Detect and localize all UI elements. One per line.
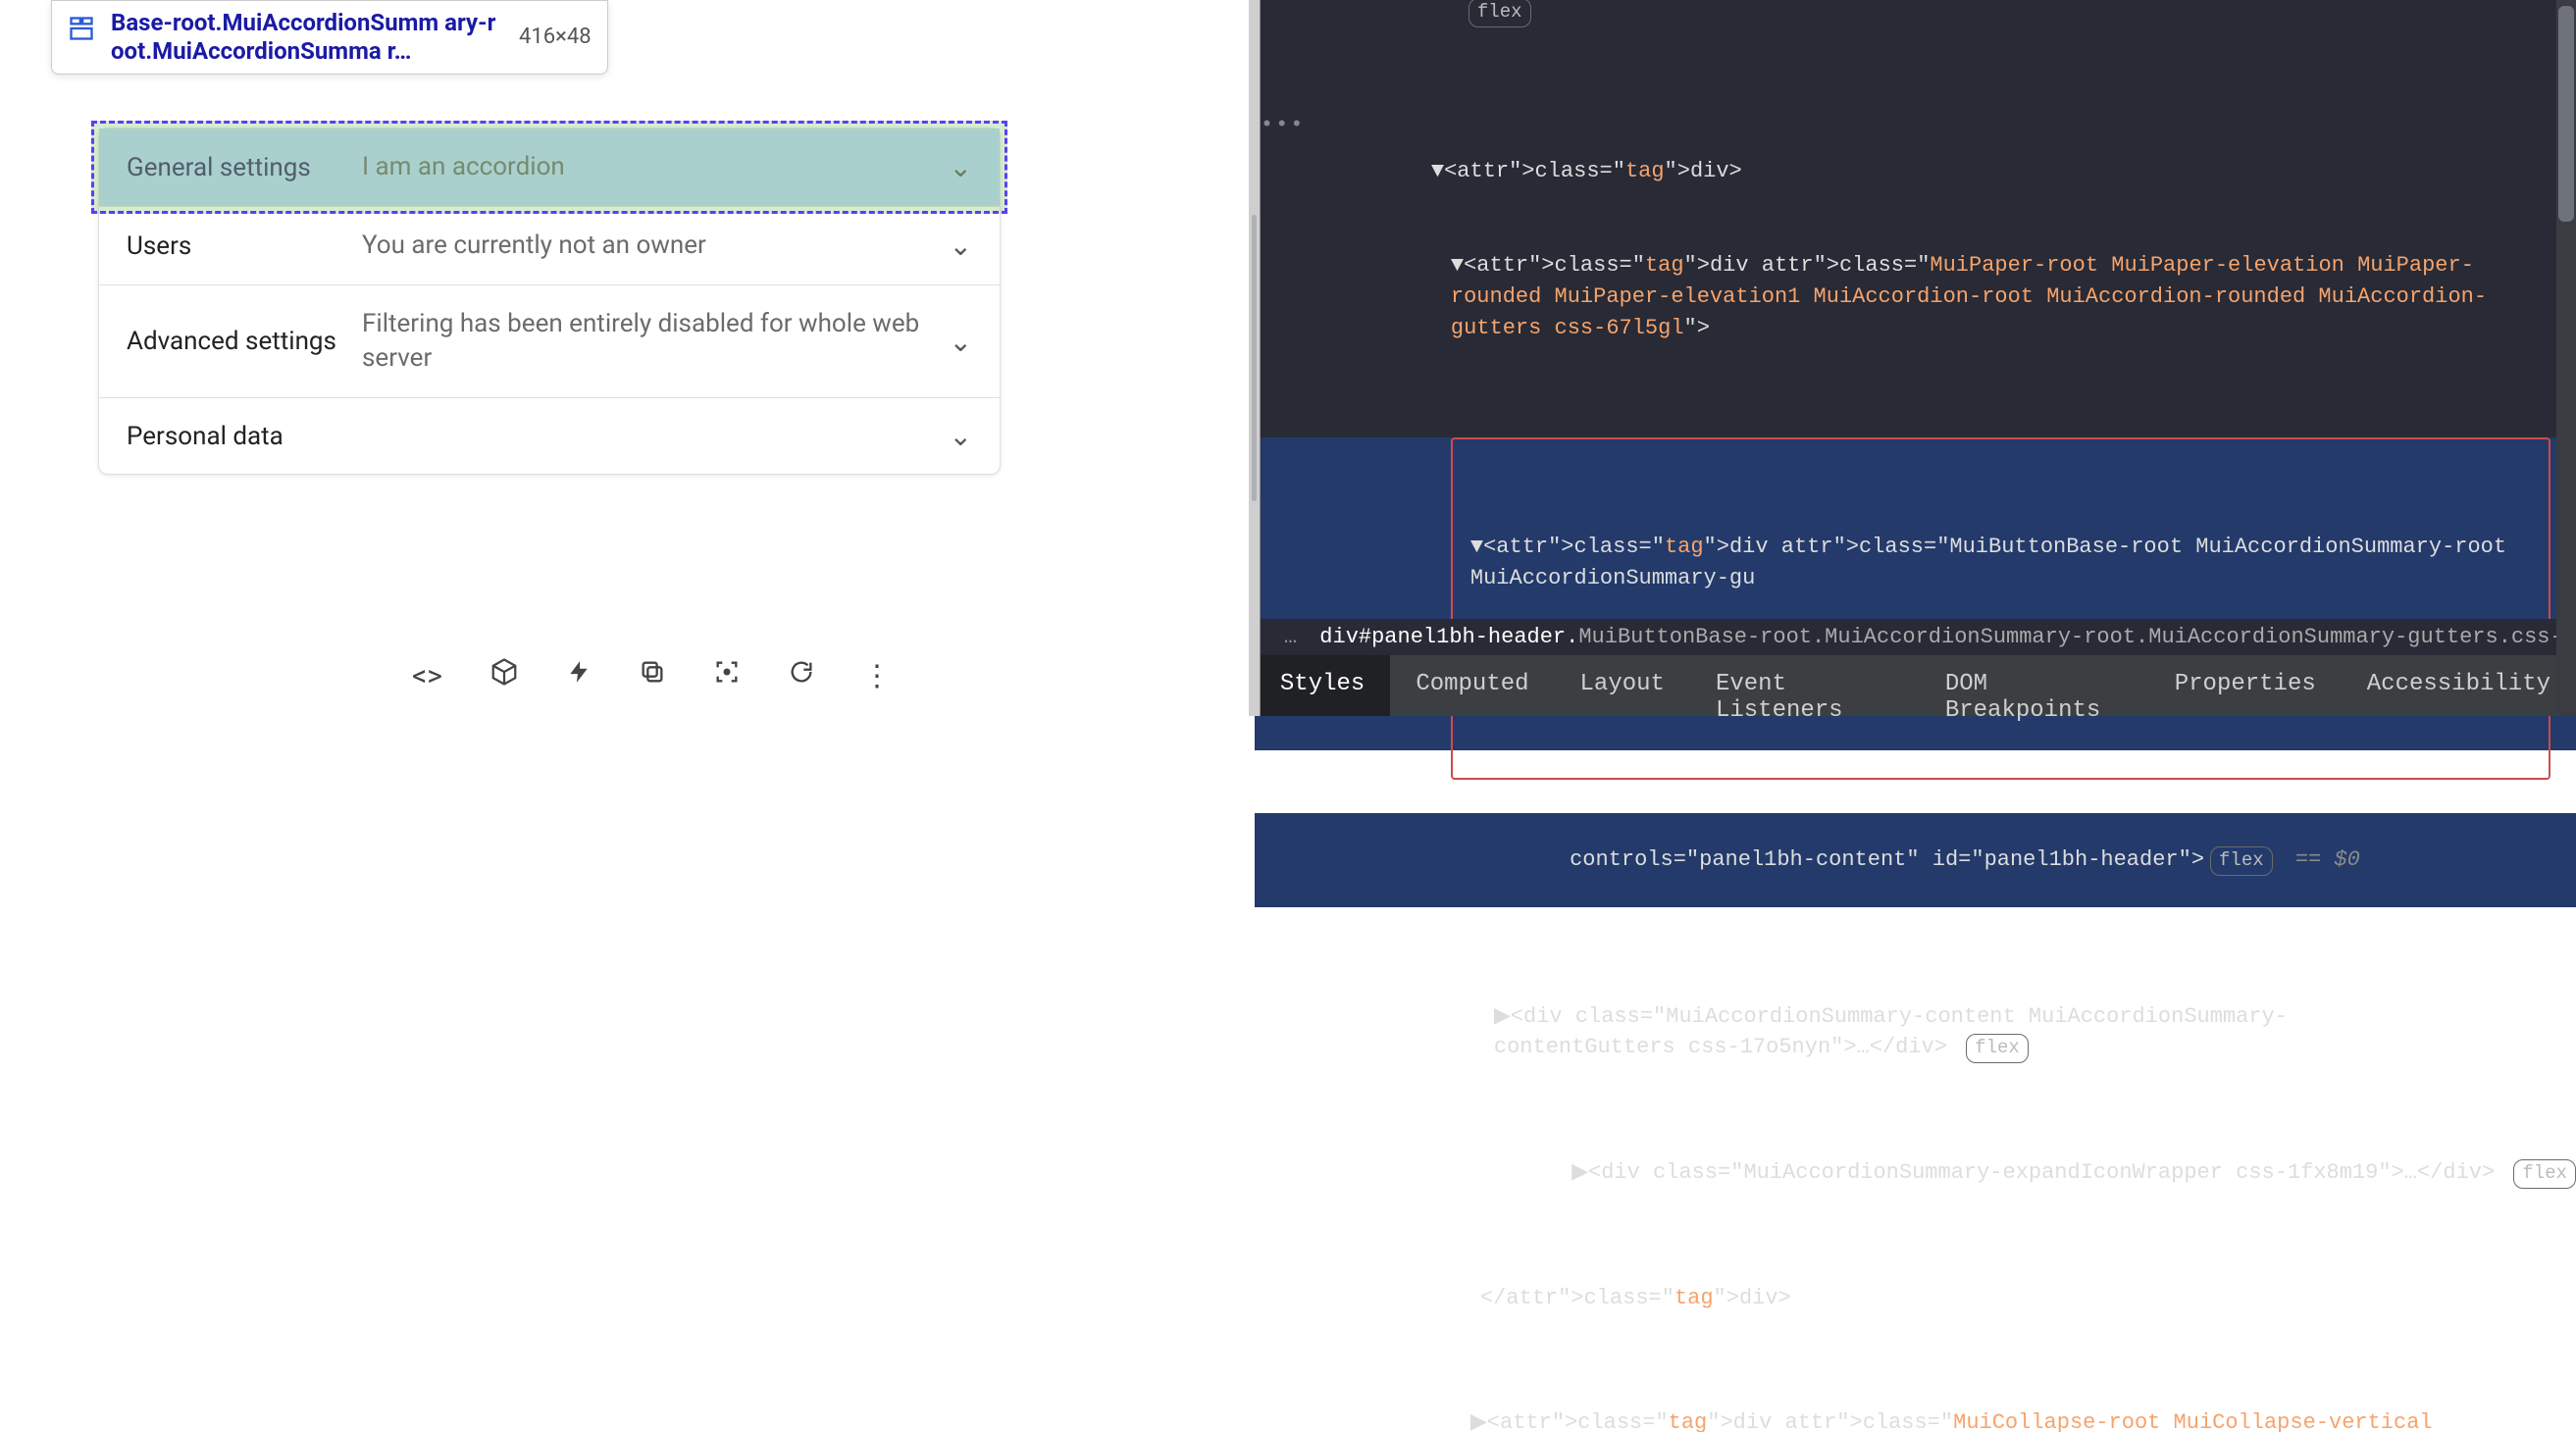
accordion-subtitle: You are currently not an owner	[362, 229, 950, 263]
tab-accessibility[interactable]: Accessibility	[2342, 655, 2576, 716]
more-vert-icon[interactable]: ⋮	[862, 659, 892, 693]
breadcrumb-ellipsis[interactable]: …	[1284, 625, 1297, 649]
chevron-down-icon: ⌄	[950, 230, 972, 262]
chevron-down-icon: ⌄	[950, 420, 972, 452]
dom-node[interactable]: ▶<attr">class="tag">div attr">class="Mui…	[1255, 1407, 2576, 1432]
accordion-title: Personal data	[127, 422, 362, 451]
bolt-icon[interactable]	[566, 657, 592, 694]
dom-node[interactable]: ▶<div class="MuiAccordionSummary-expandI…	[1255, 1126, 2576, 1220]
page-preview-pane: Acc Base-root.MuiAccordionSumm ary-root.…	[0, 0, 1255, 716]
scan-icon[interactable]	[713, 658, 741, 693]
dom-node[interactable]: ▼<attr">class="tag">div attr">class="Mui…	[1255, 250, 2576, 344]
dom-node[interactable]: controls="panel1bh-content" id="panel1bh…	[1255, 813, 2576, 907]
inspector-tooltip: Base-root.MuiAccordionSumm ary-root.MuiA…	[51, 0, 608, 75]
accordion-subtitle: I am an accordion	[362, 150, 950, 184]
vertical-scrollbar[interactable]	[2556, 0, 2576, 716]
gutter-dots: •••	[1261, 110, 1306, 141]
tab-computed[interactable]: Computed	[1390, 655, 1554, 716]
dom-tree[interactable]: flex ••• ▼<attr">class="tag">div> ▼<attr…	[1255, 0, 2576, 1432]
tooltip-selector-text: Base-root.MuiAccordionSumm ary-root.MuiA…	[111, 9, 503, 66]
tab-layout[interactable]: Layout	[1555, 655, 1690, 716]
accordion-title: Users	[127, 231, 362, 261]
dom-breadcrumb[interactable]: … div#panel1bh-header.MuiButtonBase-root…	[1255, 619, 2576, 655]
tab-properties[interactable]: Properties	[2149, 655, 2342, 716]
devtools-elements-pane: flex ••• ▼<attr">class="tag">div> ▼<attr…	[1255, 0, 2576, 716]
tab-styles[interactable]: Styles	[1255, 655, 1390, 716]
accordion: General settings I am an accordion ⌄ Use…	[98, 128, 1001, 475]
accordion-title: General settings	[127, 153, 362, 182]
accordion-row-personal[interactable]: Personal data ⌄	[99, 398, 1000, 474]
cube-icon[interactable]	[489, 657, 519, 694]
dom-node[interactable]: ▼<attr">class="tag">div>	[1255, 156, 2576, 187]
accordion-row-general[interactable]: General settings I am an accordion ⌄	[99, 128, 1000, 207]
code-icon[interactable]: <>	[412, 659, 442, 693]
flex-badge[interactable]: flex	[2210, 846, 2273, 876]
flex-badge[interactable]: flex	[2513, 1159, 2576, 1189]
scrollbar-thumb[interactable]	[2558, 6, 2574, 222]
chevron-down-icon: ⌄	[950, 326, 972, 358]
tooltip-dimensions: 416×48	[519, 25, 592, 49]
sandbox-toolbar: <> ⋮	[412, 657, 892, 694]
layout-grid-icon	[68, 15, 95, 49]
flex-badge[interactable]: flex	[1966, 1034, 2029, 1063]
accordion-row-users[interactable]: Users You are currently not an owner ⌄	[99, 207, 1000, 285]
dom-node-close[interactable]: </attr">class="tag">div>	[1255, 1283, 2576, 1314]
copy-icon[interactable]	[639, 658, 666, 693]
flex-badge[interactable]: flex	[1468, 0, 1531, 27]
pane-resize-handle[interactable]	[1249, 0, 1261, 716]
dom-node[interactable]: ▶<div class="MuiAccordionSummary-content…	[1255, 1001, 2576, 1064]
chevron-down-icon: ⌄	[950, 151, 972, 183]
accordion-title: Advanced settings	[127, 327, 362, 356]
tab-event-listeners[interactable]: Event Listeners	[1690, 655, 1920, 716]
tab-dom-breakpoints[interactable]: DOM Breakpoints	[1920, 655, 2149, 716]
selected-indicator: == $0	[2283, 847, 2360, 872]
accordion-row-advanced[interactable]: Advanced settings Filtering has been ent…	[99, 285, 1000, 398]
refresh-icon[interactable]	[788, 658, 815, 693]
devtools-tabs: Styles Computed Layout Event Listeners D…	[1255, 655, 2576, 716]
accordion-subtitle: Filtering has been entirely disabled for…	[362, 307, 950, 376]
